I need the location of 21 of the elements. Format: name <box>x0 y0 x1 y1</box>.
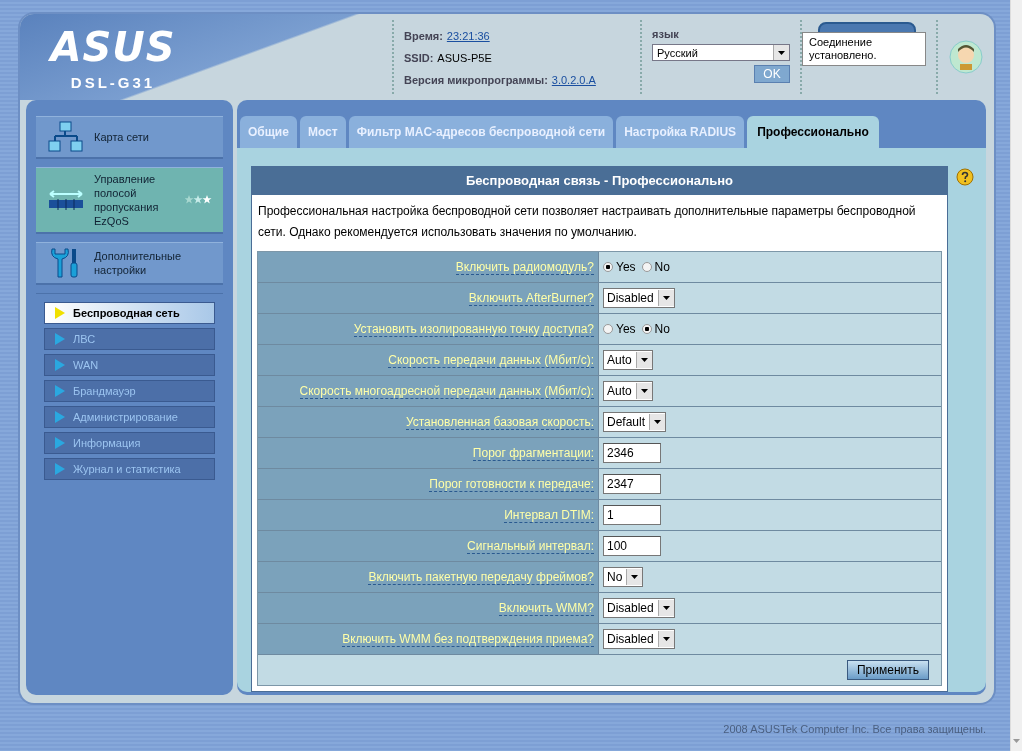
ssid-value: ASUS-P5E <box>437 52 492 64</box>
menu-item-label: Управление полосой пропускания EzQoS <box>94 172 160 228</box>
card-title: Беспроводная связь - Профессионально <box>252 167 947 195</box>
subitem-label: Информация <box>73 437 141 449</box>
model-name: DSL-G31 <box>69 74 157 91</box>
subitem-label: Журнал и статистика <box>73 463 181 475</box>
subitem-label: Беспроводная сеть <box>73 307 180 319</box>
time-label: Время: <box>404 30 443 42</box>
brand-logo: ASUS <box>47 23 177 72</box>
ssid-label: SSID: <box>404 52 434 64</box>
firmware-label: Версия микропрограммы: <box>404 74 548 86</box>
description-text: Профессиональная настройка беспроводной сети позволяет настраивать дополнительные параметры беспроводной сети. Однако рекомендуется использовать значения по умолчанию. <box>257 203 917 241</box>
subitem-label: Брандмауэр <box>73 385 136 397</box>
menu-item-label: Дополнительные настройки <box>94 249 183 277</box>
language-label: язык <box>652 28 680 40</box>
subitem-label: ЛВС <box>73 333 96 345</box>
subitem-label: Администрирование <box>73 411 178 423</box>
copyright-text: 2008 ASUSTek Computer Inc. Все права защищены. <box>722 722 987 735</box>
menu-item-label: Карта сети <box>94 130 150 144</box>
status-tooltip: Соединение установлено. <box>802 32 926 66</box>
subitem-label: WAN <box>73 359 99 371</box>
